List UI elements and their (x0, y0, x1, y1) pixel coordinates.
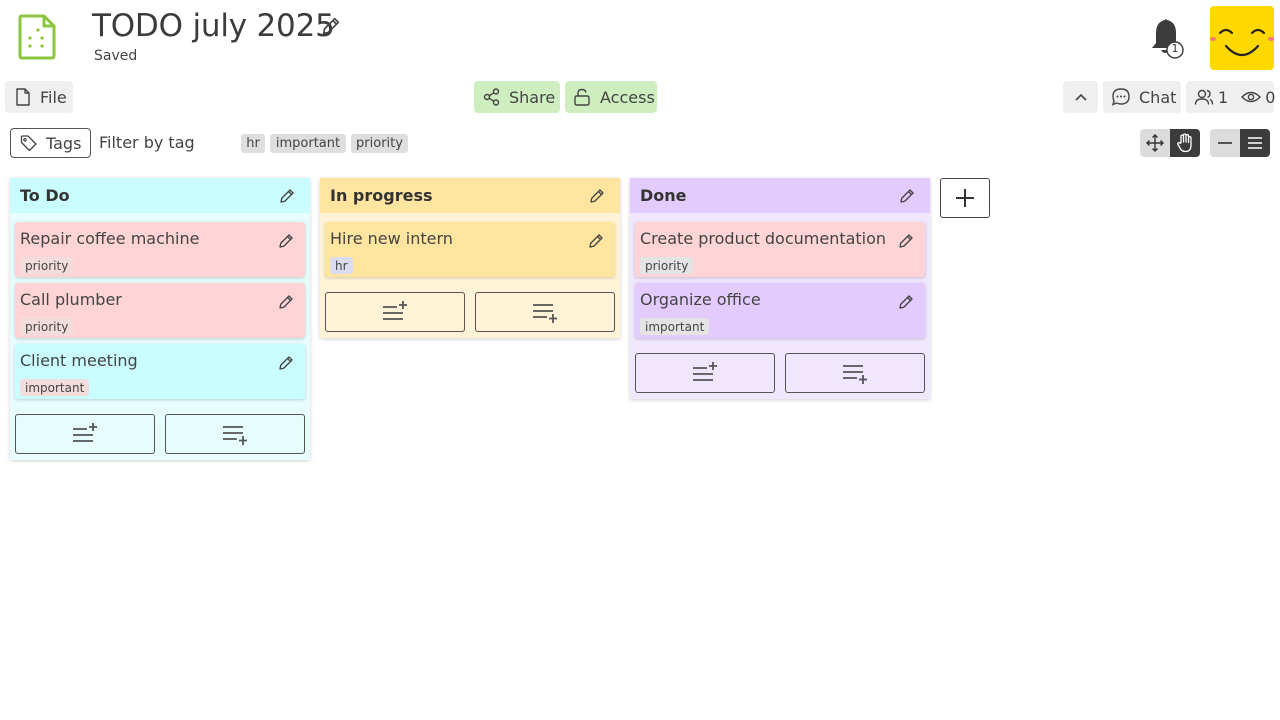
add-column-button[interactable] (940, 178, 990, 218)
move-arrows-icon (1146, 134, 1164, 152)
card-tag: hr (330, 257, 353, 274)
add-card-top-button[interactable] (635, 353, 775, 393)
chat-label: Chat (1139, 87, 1177, 107)
add-to-bottom-icon (843, 365, 867, 384)
plus-icon (956, 189, 974, 207)
filter-tag-priority[interactable]: priority (351, 134, 408, 153)
column-actions (630, 344, 930, 398)
add-to-top-icon (693, 362, 717, 381)
chevron-up-icon (1074, 93, 1087, 101)
column-header: Done (630, 178, 930, 213)
edit-card-icon[interactable] (277, 232, 295, 254)
viewers-count: 0 (1265, 87, 1276, 107)
edit-card-icon[interactable] (277, 354, 295, 376)
column-title: In progress (330, 186, 433, 205)
document-title[interactable]: TODO july 2025 (92, 6, 335, 46)
users-icon (1194, 89, 1214, 105)
card[interactable]: Hire new intern hr (325, 222, 615, 277)
move-mode-button[interactable] (1140, 129, 1170, 157)
notification-count: 1 (1171, 42, 1179, 55)
card-tag: important (20, 379, 90, 396)
document-icon (18, 14, 58, 60)
card-title: Organize office (640, 290, 761, 309)
file-button[interactable]: File (5, 81, 73, 113)
hand-icon (1177, 133, 1192, 153)
card-title: Client meeting (20, 351, 138, 370)
filter-by-tag-label: Filter by tag (99, 133, 195, 152)
column-header: To Do (10, 178, 310, 213)
collapse-header-button[interactable] (1063, 81, 1098, 113)
file-label: File (40, 87, 67, 107)
add-to-bottom-icon (533, 304, 557, 323)
users-button[interactable]: 1 0 (1186, 81, 1276, 113)
edit-card-icon[interactable] (277, 293, 295, 315)
eye-icon (1241, 91, 1262, 103)
bell-icon (1152, 19, 1184, 59)
edit-card-icon[interactable] (897, 232, 915, 254)
card[interactable]: Organize office important (635, 283, 925, 338)
column-actions (320, 283, 620, 337)
card-title: Repair coffee machine (20, 229, 200, 248)
tags-label: Tags (46, 133, 82, 153)
minus-icon (1218, 142, 1232, 144)
unlock-icon (574, 88, 590, 106)
card-tag: priority (20, 257, 74, 274)
column-in-progress[interactable]: In progress Hire new intern hr (320, 178, 620, 338)
user-avatar[interactable] (1210, 6, 1274, 70)
add-to-top-icon (383, 301, 407, 320)
column-todo[interactable]: To Do Repair coffee machine priority Cal… (10, 178, 310, 460)
compact-view-button[interactable] (1210, 129, 1240, 157)
access-label: Access (600, 87, 655, 107)
share-button[interactable]: Share (474, 81, 560, 113)
edit-card-icon[interactable] (587, 232, 605, 254)
card-tag: important (640, 318, 710, 335)
card-tag: priority (640, 257, 694, 274)
edit-title-icon[interactable] (320, 15, 342, 37)
users-count: 1 (1218, 87, 1229, 107)
card-title: Call plumber (20, 290, 122, 309)
card-tag: priority (20, 318, 74, 335)
filter-tag-important[interactable]: important (270, 134, 346, 153)
card-title: Hire new intern (330, 229, 453, 248)
add-to-bottom-icon (223, 426, 247, 445)
card[interactable]: Repair coffee machine priority (15, 222, 305, 277)
edit-column-icon[interactable] (278, 187, 296, 209)
add-card-bottom-button[interactable] (165, 414, 305, 454)
expanded-view-button[interactable] (1240, 129, 1270, 157)
chat-button[interactable]: Chat (1103, 81, 1181, 113)
card[interactable]: Client meeting important (15, 344, 305, 399)
add-card-bottom-button[interactable] (475, 292, 615, 332)
column-title: Done (640, 186, 687, 205)
drag-mode-button[interactable] (1170, 129, 1200, 157)
smiley-face-icon (1210, 28, 1274, 57)
card-title: Create product documentation (640, 229, 887, 248)
add-card-top-button[interactable] (325, 292, 465, 332)
tag-icon (20, 135, 37, 151)
column-header: In progress (320, 178, 620, 213)
edit-column-icon[interactable] (898, 187, 916, 209)
share-label: Share (509, 87, 556, 107)
filter-tag-hr[interactable]: hr (241, 134, 265, 153)
share-icon (483, 88, 500, 106)
add-card-top-button[interactable] (15, 414, 155, 454)
add-card-bottom-button[interactable] (785, 353, 925, 393)
add-to-top-icon (73, 423, 97, 442)
access-button[interactable]: Access (565, 81, 657, 113)
card[interactable]: Create product documentation priority (635, 222, 925, 277)
edit-card-icon[interactable] (897, 293, 915, 315)
column-done[interactable]: Done Create product documentation priori… (630, 178, 930, 399)
column-title: To Do (20, 186, 70, 205)
chat-icon (1111, 88, 1130, 106)
file-icon (16, 88, 30, 106)
card[interactable]: Call plumber priority (15, 283, 305, 338)
menu-lines-icon (1248, 137, 1262, 149)
save-status: Saved (94, 48, 138, 64)
column-actions (10, 405, 310, 459)
notifications-button[interactable]: 1 (1146, 16, 1186, 60)
tags-button[interactable]: Tags (10, 128, 91, 158)
edit-column-icon[interactable] (588, 187, 606, 209)
